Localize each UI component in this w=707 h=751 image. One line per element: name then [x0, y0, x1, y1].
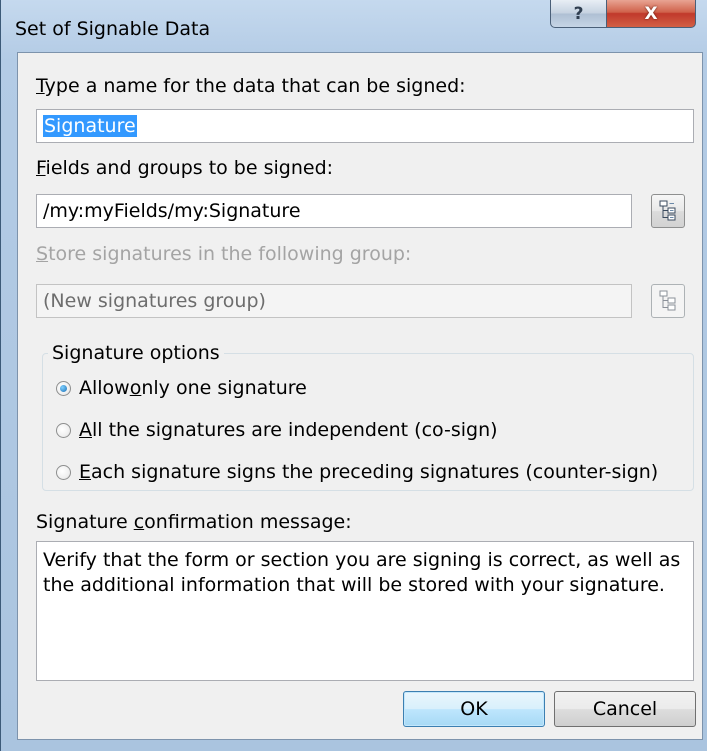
dialog-window: Set of Signable Data ? X Type a name for… [0, 0, 707, 751]
store-group-tree-button [651, 284, 685, 318]
name-input-value: Signature [43, 115, 137, 137]
confirmation-message-textarea[interactable]: Verify that the form or section you are … [36, 541, 694, 681]
tree-view-icon [659, 200, 676, 221]
store-group-input: (New signatures group) [36, 284, 632, 318]
close-icon: X [644, 3, 658, 24]
window-title: Set of Signable Data [15, 18, 211, 40]
store-group-label: Store signatures in the following group: [36, 243, 412, 265]
close-button[interactable]: X [606, 0, 696, 28]
name-input[interactable]: Signature [36, 109, 694, 143]
cancel-button[interactable]: Cancel [554, 691, 696, 727]
radio-allow-one-signature[interactable]: Allow o nly one signature [56, 377, 307, 399]
fields-label: Fields and groups to be signed: [36, 157, 334, 179]
radio-button-checked[interactable] [56, 380, 71, 396]
confirmation-message-label: Signature confirmation message: [36, 511, 352, 533]
store-group-input-value: (New signatures group) [43, 290, 266, 312]
fields-input-value: /my:myFields/my:Signature [43, 200, 301, 222]
help-icon: ? [573, 3, 584, 24]
radio-independent-co-sign[interactable]: All the signatures are independent (co-s… [56, 419, 498, 441]
name-field-label: Type a name for the data that can be sig… [36, 75, 466, 97]
signature-options-legend: Signature options [48, 342, 224, 364]
radio-button[interactable] [56, 464, 71, 480]
ok-button[interactable]: OK [403, 691, 545, 727]
radio-counter-sign[interactable]: Each signature signs the preceding signa… [56, 461, 658, 483]
title-bar[interactable]: Set of Signable Data ? X [1, 0, 707, 52]
fields-tree-button[interactable] [651, 194, 685, 228]
help-button[interactable]: ? [550, 0, 607, 28]
tree-view-icon [659, 290, 676, 311]
radio-button[interactable] [56, 422, 71, 438]
dialog-client-area: Type a name for the data that can be sig… [17, 52, 703, 740]
fields-input[interactable]: /my:myFields/my:Signature [36, 194, 632, 228]
